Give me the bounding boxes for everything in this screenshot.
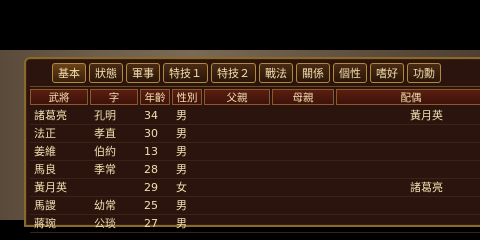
officer-age: 25 xyxy=(144,199,158,212)
table-row[interactable]: 馬謖 幼常 25 男 xyxy=(30,197,480,215)
table-header: 武將 字 年齡 性別 父親 母親 配偶 xyxy=(30,89,480,105)
officer-name: 蔣琬 xyxy=(34,217,56,230)
officer-list-panel: 基本 狀態 軍事 特技１ 特技２ 戰法 關係 個性 嗜好 功勳 武將 字 年齡 … xyxy=(24,57,480,233)
officer-name: 姜維 xyxy=(34,145,56,158)
officer-age: 27 xyxy=(144,217,158,230)
officer-name: 馬良 xyxy=(34,163,56,176)
tab-relations[interactable]: 關係 xyxy=(296,63,330,83)
officer-age: 30 xyxy=(144,127,158,140)
table-row[interactable]: 蔣琬 公琰 27 男 xyxy=(30,215,480,233)
col-header-courtesy[interactable]: 字 xyxy=(90,89,138,105)
col-header-sex[interactable]: 性別 xyxy=(172,89,202,105)
officer-spouse: 諸葛亮 xyxy=(410,181,443,194)
officer-age: 13 xyxy=(144,145,158,158)
officer-name: 馬謖 xyxy=(34,199,56,212)
tab-military[interactable]: 軍事 xyxy=(126,63,160,83)
tab-tactics[interactable]: 戰法 xyxy=(259,63,293,83)
officer-sex: 男 xyxy=(176,109,187,122)
col-header-mother[interactable]: 母親 xyxy=(272,89,334,105)
officer-sex: 男 xyxy=(176,217,187,230)
table-row[interactable]: 姜維 伯約 13 男 xyxy=(30,143,480,161)
officer-sex: 女 xyxy=(176,181,187,194)
top-black-band xyxy=(0,0,480,50)
table-row[interactable]: 法正 孝直 30 男 xyxy=(30,125,480,143)
officer-sex: 男 xyxy=(176,127,187,140)
tab-status[interactable]: 狀態 xyxy=(89,63,123,83)
tab-skills-1[interactable]: 特技１ xyxy=(163,63,208,83)
officer-courtesy: 公琰 xyxy=(94,217,116,230)
col-header-age[interactable]: 年齡 xyxy=(140,89,170,105)
officer-courtesy: 季常 xyxy=(94,163,116,176)
table-row[interactable]: 黃月英 29 女 諸葛亮 xyxy=(30,179,480,197)
tab-basic[interactable]: 基本 xyxy=(52,63,86,83)
officer-sex: 男 xyxy=(176,145,187,158)
officer-courtesy: 幼常 xyxy=(94,199,116,212)
officer-name: 法正 xyxy=(34,127,56,140)
officer-sex: 男 xyxy=(176,199,187,212)
tab-skills-2[interactable]: 特技２ xyxy=(211,63,256,83)
officer-courtesy: 伯約 xyxy=(94,145,116,158)
officer-age: 29 xyxy=(144,181,158,194)
officer-courtesy: 孔明 xyxy=(94,109,116,122)
col-header-father[interactable]: 父親 xyxy=(204,89,270,105)
table-row[interactable]: 馬良 季常 28 男 xyxy=(30,161,480,179)
tab-hobbies[interactable]: 嗜好 xyxy=(370,63,404,83)
officer-name: 諸葛亮 xyxy=(34,109,67,122)
officer-name: 黃月英 xyxy=(34,181,67,194)
tab-merit[interactable]: 功勳 xyxy=(407,63,441,83)
officer-age: 28 xyxy=(144,163,158,176)
officer-spouse: 黃月英 xyxy=(410,109,443,122)
tab-divider xyxy=(30,86,480,87)
officer-age: 34 xyxy=(144,109,158,122)
table-row[interactable]: 諸葛亮 孔明 34 男 黃月英 xyxy=(30,107,480,125)
tab-personality[interactable]: 個性 xyxy=(333,63,367,83)
tab-bar: 基本 狀態 軍事 特技１ 特技２ 戰法 關係 個性 嗜好 功勳 xyxy=(52,63,441,85)
col-header-spouse[interactable]: 配偶 xyxy=(336,89,480,105)
officer-table: 諸葛亮 孔明 34 男 黃月英 法正 孝直 30 男 姜維 伯約 13 男 馬良… xyxy=(30,107,480,233)
officer-courtesy: 孝直 xyxy=(94,127,116,140)
officer-sex: 男 xyxy=(176,163,187,176)
col-header-officer[interactable]: 武將 xyxy=(30,89,88,105)
